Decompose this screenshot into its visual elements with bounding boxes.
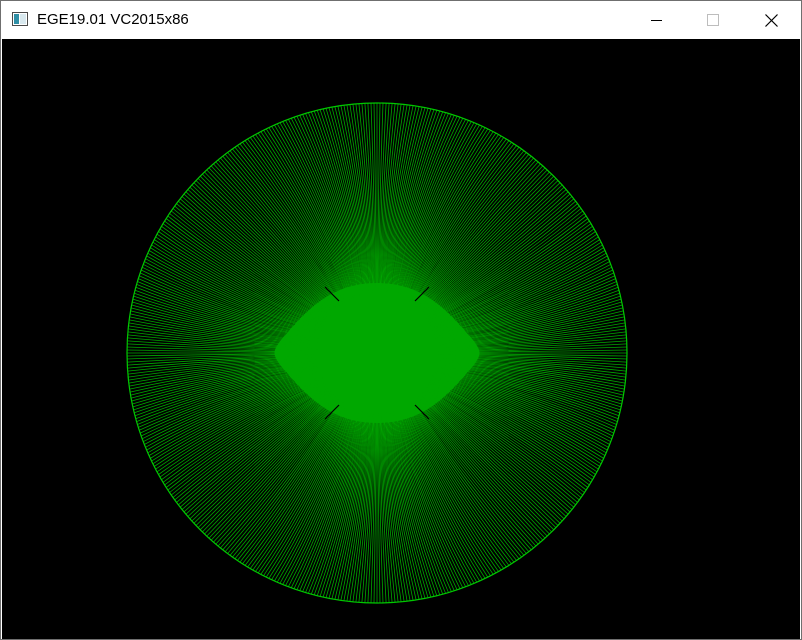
maximize-button[interactable] <box>690 1 736 39</box>
close-button[interactable] <box>748 1 794 39</box>
maximize-icon <box>707 14 719 26</box>
app-window-icon[interactable] <box>12 12 28 26</box>
minimize-icon <box>651 20 662 21</box>
close-icon <box>765 14 778 27</box>
drawing-canvas[interactable] <box>2 39 800 639</box>
app-window: EGE19.01 VC2015x86 <box>0 0 802 640</box>
moire-circle-figure <box>126 102 628 604</box>
window-title: EGE19.01 VC2015x86 <box>37 11 189 28</box>
title-bar[interactable]: EGE19.01 VC2015x86 <box>1 1 801 39</box>
minimize-button[interactable] <box>633 1 679 39</box>
